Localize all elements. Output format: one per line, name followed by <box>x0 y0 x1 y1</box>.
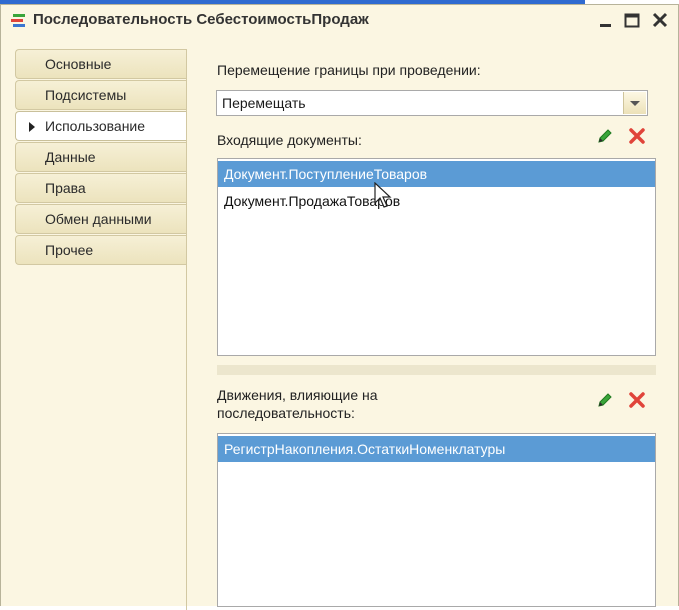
active-tab-arrow-icon <box>29 122 35 132</box>
tab-label: Использование <box>45 118 146 134</box>
maximize-icon[interactable] <box>621 9 643 31</box>
boundary-select[interactable]: Перемещать <box>216 90 648 116</box>
tab-label: Обмен данными <box>45 211 152 227</box>
properties-window: Последовательность СебестоимостьПродаж О… <box>0 4 679 610</box>
movements-label-line1: Движения, влияющие на <box>217 387 378 403</box>
tab-data-exchange[interactable]: Обмен данными <box>15 204 187 234</box>
edit-pencil-icon[interactable] <box>595 126 615 146</box>
boundary-label: Перемещение границы при проведении: <box>217 62 481 78</box>
sidebar: Основные Подсистемы Использование Данные… <box>15 49 187 266</box>
close-icon[interactable] <box>649 9 671 31</box>
delete-icon[interactable] <box>627 390 647 410</box>
delete-icon[interactable] <box>627 126 647 146</box>
list-item-text: Документ.ПоступлениеТоваров <box>224 166 428 182</box>
tab-usage[interactable]: Использование <box>15 111 187 141</box>
tab-label: Права <box>45 180 86 196</box>
tab-other[interactable]: Прочее <box>15 235 187 265</box>
tab-rights[interactable]: Права <box>15 173 187 203</box>
edit-pencil-icon[interactable] <box>595 390 615 410</box>
minimize-icon[interactable] <box>595 9 617 31</box>
sequence-app-icon <box>11 14 25 27</box>
incoming-docs-list[interactable]: Документ.ПоступлениеТоваров Документ.Про… <box>217 158 656 356</box>
tab-data[interactable]: Данные <box>15 142 187 172</box>
sidebar-separator <box>186 49 187 610</box>
tab-label: Данные <box>45 149 96 165</box>
incoming-docs-label: Входящие документы: <box>217 132 362 148</box>
dropdown-button[interactable] <box>623 92 646 114</box>
list-item[interactable]: Документ.ПоступлениеТоваров <box>218 161 655 187</box>
list-item[interactable]: РегистрНакопления.ОстаткиНоменклатуры <box>218 436 655 462</box>
boundary-select-value: Перемещать <box>222 95 306 111</box>
list-item-text: Документ.ПродажаТоваров <box>224 193 401 209</box>
chevron-down-icon <box>630 101 640 106</box>
tab-label: Прочее <box>45 242 94 258</box>
tab-subsystems[interactable]: Подсистемы <box>15 80 187 110</box>
tab-label: Подсистемы <box>45 87 127 103</box>
movements-list[interactable]: РегистрНакопления.ОстаткиНоменклатуры <box>217 433 656 607</box>
title-bar[interactable]: Последовательность СебестоимостьПродаж <box>1 5 678 36</box>
list-item-text: РегистрНакопления.ОстаткиНоменклатуры <box>224 441 506 457</box>
movements-label-line2: последовательность: <box>217 405 355 421</box>
list-item[interactable]: Документ.ПродажаТоваров <box>218 188 655 214</box>
tab-label: Основные <box>45 56 112 72</box>
section-divider <box>217 365 656 375</box>
tab-main[interactable]: Основные <box>15 49 187 79</box>
window-title: Последовательность СебестоимостьПродаж <box>33 11 369 28</box>
